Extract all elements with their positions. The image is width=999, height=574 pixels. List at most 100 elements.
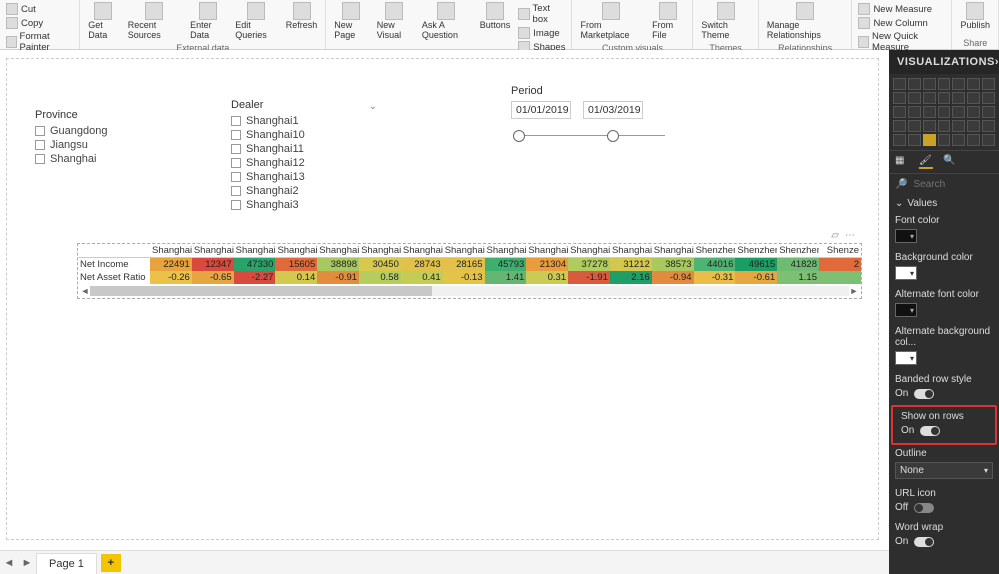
scroll-thumb[interactable] [90, 286, 432, 296]
scroll-left-icon[interactable]: ◄ [80, 286, 90, 296]
alt-font-color-picker[interactable]: ▾ [895, 303, 917, 317]
matrix-cell[interactable]: 47330 [234, 258, 276, 272]
dealer-item[interactable]: Shanghai10 [231, 128, 381, 142]
chevron-down-icon[interactable]: ⌄ [369, 101, 377, 112]
dealer-item[interactable]: Shanghai2 [231, 184, 381, 198]
visual-type-icon[interactable] [982, 78, 995, 90]
matrix-cell[interactable]: -0.31 [694, 271, 736, 284]
column-header[interactable]: Shanghai2 [359, 244, 401, 258]
report-canvas[interactable]: Province GuangdongJiangsuShanghai Dealer… [0, 50, 889, 550]
visual-type-icon[interactable] [967, 106, 980, 118]
matrix-cell[interactable]: 22491 [150, 258, 192, 272]
matrix-cell[interactable]: 41828 [777, 258, 819, 272]
matrix-cell[interactable]: -1.91 [568, 271, 610, 284]
column-header[interactable]: Shenzhen10 [735, 244, 777, 258]
column-header[interactable]: Shanghai3 [401, 244, 443, 258]
dealer-item[interactable]: Shanghai1 [231, 114, 381, 128]
dealer-item[interactable]: Shanghai12 [231, 156, 381, 170]
copy-button[interactable]: Copy [4, 16, 75, 30]
search-input[interactable] [911, 178, 999, 191]
matrix-cell[interactable]: 44016 [694, 258, 736, 272]
recent-sources-button[interactable]: Recent Sources [124, 0, 184, 43]
matrix-cell[interactable]: 45793 [485, 258, 527, 272]
scroll-right-icon[interactable]: ► [849, 286, 859, 296]
slider-handle-right[interactable] [607, 130, 619, 142]
matrix-cell[interactable]: 2.16 [610, 271, 652, 284]
manage-relationships-button[interactable]: Manage Relationships [763, 0, 848, 43]
get-data-button[interactable]: Get Data [84, 0, 121, 43]
matrix-cell[interactable]: 0.31 [526, 271, 568, 284]
alt-bg-color-picker[interactable]: ▾ [895, 351, 917, 365]
column-header[interactable]: Shanghai10 [192, 244, 234, 258]
refresh-button[interactable]: Refresh [282, 0, 322, 33]
banded-toggle[interactable] [914, 389, 934, 399]
matrix-cell[interactable]: 37278 [568, 258, 610, 272]
visual-type-icon[interactable] [967, 92, 980, 104]
dealer-item[interactable]: Shanghai13 [231, 170, 381, 184]
visual-type-icon[interactable] [908, 78, 921, 90]
visual-type-icon[interactable] [967, 78, 980, 90]
matrix-cell[interactable]: 1.15 [777, 271, 819, 284]
column-header[interactable]: Shenzhen1 [694, 244, 736, 258]
column-header[interactable]: Shanghai12 [275, 244, 317, 258]
matrix-cell[interactable]: 0.58 [359, 271, 401, 284]
bg-color-picker[interactable]: ▾ [895, 266, 917, 280]
slider-handle-left[interactable] [513, 130, 525, 142]
new-visual-button[interactable]: New Visual [373, 0, 416, 43]
visual-type-icon[interactable] [938, 92, 951, 104]
visual-type-icon[interactable] [938, 106, 951, 118]
visual-type-icon[interactable] [982, 106, 995, 118]
matrix-cell[interactable]: 38898 [317, 258, 359, 272]
visual-type-icon[interactable] [893, 134, 906, 146]
column-header[interactable]: Shanghai6 [526, 244, 568, 258]
matrix-cell[interactable] [819, 271, 861, 284]
visual-type-icon[interactable] [982, 134, 995, 146]
visual-type-icon[interactable] [923, 134, 936, 146]
matrix-cell[interactable]: -2.27 [234, 271, 276, 284]
visual-type-icon[interactable] [982, 120, 995, 132]
page-tab[interactable]: Page 1 [36, 553, 97, 574]
visual-type-icon[interactable] [952, 134, 965, 146]
column-header[interactable]: Shanghai8 [610, 244, 652, 258]
matrix-cell[interactable]: 15605 [275, 258, 317, 272]
word-wrap-toggle[interactable] [914, 537, 934, 547]
province-item[interactable]: Shanghai [35, 152, 175, 166]
edit-queries-button[interactable]: Edit Queries [231, 0, 280, 43]
tab-next-button[interactable]: ► [18, 557, 36, 569]
new-measure-button[interactable]: New Measure [856, 2, 947, 16]
font-color-picker[interactable]: ▾ [895, 229, 917, 243]
matrix-cell[interactable]: -0.13 [443, 271, 485, 284]
collapse-pane-icon[interactable]: › [995, 56, 999, 68]
matrix-cell[interactable]: -0.65 [192, 271, 234, 284]
date-slider[interactable] [511, 129, 671, 143]
province-slicer[interactable]: Province GuangdongJiangsuShanghai [35, 109, 175, 166]
matrix-cell[interactable]: 49615 [735, 258, 777, 272]
matrix-cell[interactable]: 28743 [401, 258, 443, 272]
matrix-cell[interactable]: 0.14 [275, 271, 317, 284]
from-file-button[interactable]: From File [648, 0, 688, 43]
visual-type-icon[interactable] [893, 78, 906, 90]
dealer-item[interactable]: Shanghai11 [231, 142, 381, 156]
column-header[interactable]: Shanghai5 [485, 244, 527, 258]
column-header[interactable]: Shanghai9 [652, 244, 694, 258]
row-header[interactable]: Net Income [78, 258, 150, 272]
add-page-button[interactable]: + [101, 554, 121, 572]
matrix-cell[interactable]: 2 [819, 258, 861, 272]
visual-type-icon[interactable] [967, 120, 980, 132]
date-from-input[interactable]: 01/01/2019 [511, 101, 571, 119]
visual-type-icon[interactable] [938, 134, 951, 146]
url-icon-toggle[interactable] [914, 503, 934, 513]
textbox-button[interactable]: Text box [516, 2, 567, 26]
switch-theme-button[interactable]: Switch Theme [697, 0, 753, 43]
enter-data-button[interactable]: Enter Data [186, 0, 229, 43]
focus-mode-icon[interactable]: ▱ [831, 230, 839, 241]
show-on-rows-toggle[interactable] [920, 426, 940, 436]
visual-type-icon[interactable] [952, 120, 965, 132]
new-page-button[interactable]: New Page [330, 0, 371, 43]
matrix-cell[interactable]: 21304 [526, 258, 568, 272]
dealer-slicer[interactable]: Dealer ⌄ Shanghai1Shanghai10Shanghai11Sh… [231, 99, 381, 212]
visual-type-icon[interactable] [923, 92, 936, 104]
visual-type-icon[interactable] [923, 78, 936, 90]
visual-type-icon[interactable] [982, 92, 995, 104]
dealer-item[interactable]: Shanghai3 [231, 198, 381, 212]
